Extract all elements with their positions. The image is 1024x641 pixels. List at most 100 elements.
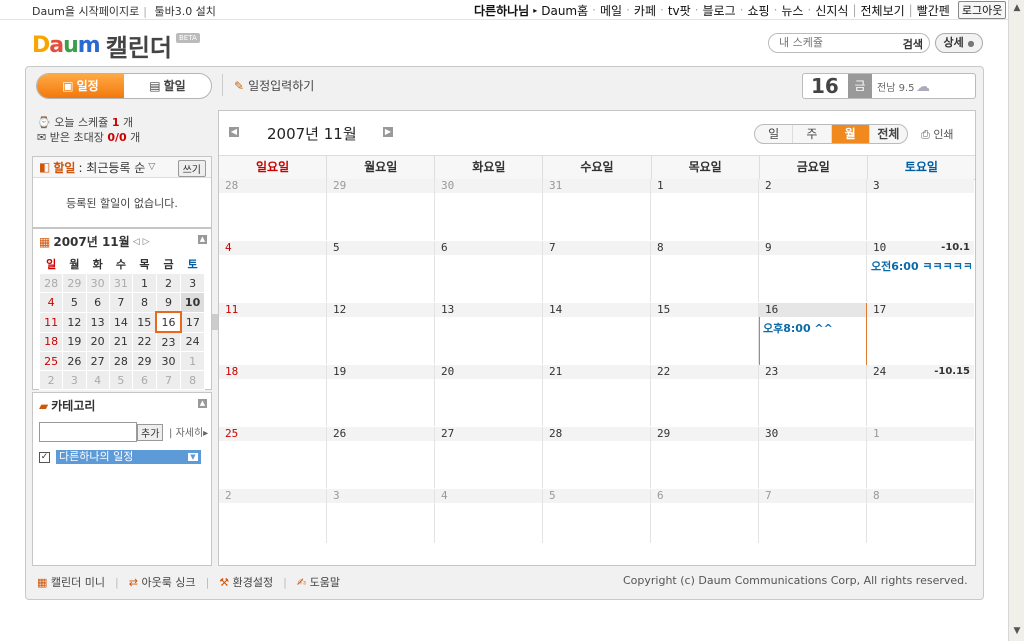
mini-calendar-day[interactable]: 12 (62, 311, 87, 333)
mini-calendar-day[interactable]: 5 (108, 370, 134, 390)
category-add-button[interactable]: 추가 (137, 424, 164, 441)
calendar-day-cell[interactable]: 8 (651, 241, 759, 302)
category-more-link[interactable]: | 자세히▸ (169, 424, 208, 439)
nav-knowledge[interactable]: 신지식 (811, 2, 852, 19)
nav-daum-home[interactable]: Daum홈 (537, 2, 592, 19)
mini-calendar-day[interactable]: 27 (85, 351, 110, 371)
tab-schedule[interactable]: ▣ 일정 (37, 74, 124, 98)
nav-tvpot[interactable]: tv팟 (664, 2, 695, 19)
outlook-sync-link[interactable]: ⇄ 아웃룩 싱크 (129, 574, 196, 590)
calendar-day-cell[interactable]: 4 (219, 241, 327, 302)
mini-calendar-day[interactable]: 21 (108, 331, 134, 352)
help-link[interactable]: ✍ 도움말 (297, 574, 340, 590)
calendar-day-cell[interactable]: 19 (327, 365, 435, 426)
calendar-event[interactable]: 오후8:00 ^^ (763, 320, 833, 336)
calendar-day-cell[interactable]: 3 (327, 489, 435, 543)
view-month-tab[interactable]: 월 (831, 125, 870, 143)
mini-calendar-day[interactable]: 2 (38, 370, 64, 390)
mini-calendar-day[interactable]: 5 (62, 292, 87, 313)
next-month-icon[interactable]: ▶ (383, 127, 393, 137)
mini-calendar-day[interactable]: 14 (108, 311, 134, 333)
dropdown-icon[interactable]: ▼ (188, 453, 198, 461)
toolbar-install-link[interactable]: 툴바3.0 설치 (154, 5, 215, 18)
collapse-icon[interactable]: ▲ (198, 235, 207, 244)
nav-shopping[interactable]: 쇼핑 (743, 2, 773, 19)
prev-month-icon[interactable]: ◀ (229, 127, 239, 137)
mini-calendar-day[interactable]: 9 (155, 292, 182, 313)
nav-mail[interactable]: 메일 (596, 2, 626, 19)
view-week-tab[interactable]: 주 (793, 125, 832, 143)
nav-redpen[interactable]: 빨간펜 (913, 2, 954, 19)
calendar-day-cell[interactable]: 11 (219, 303, 327, 364)
calendar-day-cell[interactable]: 20 (435, 365, 543, 426)
calendar-day-cell[interactable]: 31 (543, 179, 651, 240)
calendar-day-cell[interactable]: 5 (543, 489, 651, 543)
settings-link[interactable]: ⚒ 환경설정 (219, 574, 273, 590)
calendar-day-cell[interactable]: 6 (651, 489, 759, 543)
scroll-up-icon[interactable]: ▲ (1011, 2, 1023, 14)
category-name-input[interactable] (39, 422, 137, 442)
mini-calendar-day[interactable]: 31 (108, 273, 134, 293)
calendar-day-cell[interactable]: 27 (435, 427, 543, 488)
calendar-day-cell[interactable]: 7 (543, 241, 651, 302)
mini-calendar-day[interactable]: 22 (132, 331, 157, 352)
calendar-day-cell[interactable]: 29 (651, 427, 759, 488)
calendar-day-cell[interactable]: 5 (327, 241, 435, 302)
vertical-scrollbar[interactable]: ▲ ▼ (1008, 0, 1024, 641)
mini-calendar-day[interactable]: 4 (85, 370, 110, 390)
today-schedule-row[interactable]: ⌚ 오늘 스케쥴 1 개 (37, 115, 140, 130)
mini-calendar-day[interactable]: 29 (132, 351, 157, 371)
mini-calendar-day[interactable]: 30 (155, 351, 182, 371)
mini-calendar-day[interactable]: 20 (85, 331, 110, 352)
mini-prev-icon[interactable]: ◁ (133, 237, 140, 247)
calendar-day-cell[interactable]: 12 (327, 303, 435, 364)
category-checkbox[interactable]: ✓ (39, 451, 50, 463)
calendar-day-cell[interactable]: 28 (543, 427, 651, 488)
calendar-day-cell[interactable]: 29 (327, 179, 435, 240)
new-schedule-button[interactable]: ✎ 일정입력하기 (234, 77, 314, 94)
nav-user[interactable]: 다른하나님 (470, 2, 533, 19)
logout-button[interactable]: 로그아웃 (957, 1, 1007, 19)
mini-calendar-day[interactable]: 6 (85, 292, 110, 313)
mini-calendar-day[interactable]: 4 (38, 292, 64, 313)
calendar-day-cell[interactable]: 4 (435, 489, 543, 543)
calendar-day-cell[interactable]: 15 (651, 303, 759, 364)
todo-write-button[interactable]: 쓰기 (177, 160, 206, 177)
calendar-day-cell[interactable]: 17 (867, 303, 974, 364)
calendar-day-cell[interactable]: 7 (759, 489, 867, 543)
mini-calendar-day[interactable]: 17 (180, 311, 205, 333)
mini-calendar-day[interactable]: 13 (85, 311, 110, 333)
mini-calendar-day[interactable]: 28 (108, 351, 134, 371)
calendar-day-cell[interactable]: 24 -10.15 (867, 365, 974, 426)
mini-calendar-day[interactable]: 7 (108, 292, 134, 313)
mini-calendar-day[interactable]: 1 (180, 351, 205, 371)
tab-todo[interactable]: ▤ 할일 (124, 74, 211, 98)
calendar-day-cell[interactable]: 16 오후8:00 ^^ (759, 303, 867, 370)
mini-calendar-day[interactable]: 2 (155, 273, 182, 293)
calendar-day-cell[interactable]: 3 (867, 179, 974, 240)
detail-search-button[interactable]: 상세 ● (935, 33, 983, 53)
calendar-day-cell[interactable]: 10 -10.1 오전6:00 ㅋㅋㅋㅋㅋ (867, 241, 974, 302)
invitation-row[interactable]: ✉ 받은 초대장 0/0 개 (37, 130, 140, 145)
mini-calendar-day[interactable]: 23 (155, 331, 182, 352)
search-input[interactable] (777, 35, 899, 50)
calendar-day-cell[interactable]: 1 (867, 427, 974, 488)
calendar-event[interactable]: 오전6:00 ㅋㅋㅋㅋㅋ (871, 258, 971, 274)
set-start-page-link[interactable]: Daum을 시작페이지로 (32, 5, 139, 18)
search-button[interactable]: 검색 (903, 36, 923, 52)
nav-all[interactable]: 전체보기 (856, 2, 908, 19)
mini-calendar-day[interactable]: 29 (62, 273, 87, 293)
calendar-day-cell[interactable]: 30 (759, 427, 867, 488)
mini-calendar-day[interactable]: 8 (132, 292, 157, 313)
collapse-icon[interactable]: ▲ (198, 399, 207, 408)
scroll-down-icon[interactable]: ▼ (1011, 625, 1023, 637)
mini-calendar-day[interactable]: 15 (132, 311, 157, 333)
mini-calendar-day[interactable]: 25 (38, 351, 64, 371)
view-all-tab[interactable]: 전체 (870, 125, 907, 143)
calendar-day-cell[interactable]: 25 (219, 427, 327, 488)
calendar-day-cell[interactable]: 9 (759, 241, 867, 302)
nav-cafe[interactable]: 카페 (630, 2, 660, 19)
mini-calendar-day[interactable]: 18 (38, 331, 64, 352)
mini-calendar-day[interactable]: 3 (180, 273, 205, 293)
logo[interactable]: Daum 캘린더 BETA (32, 28, 200, 63)
